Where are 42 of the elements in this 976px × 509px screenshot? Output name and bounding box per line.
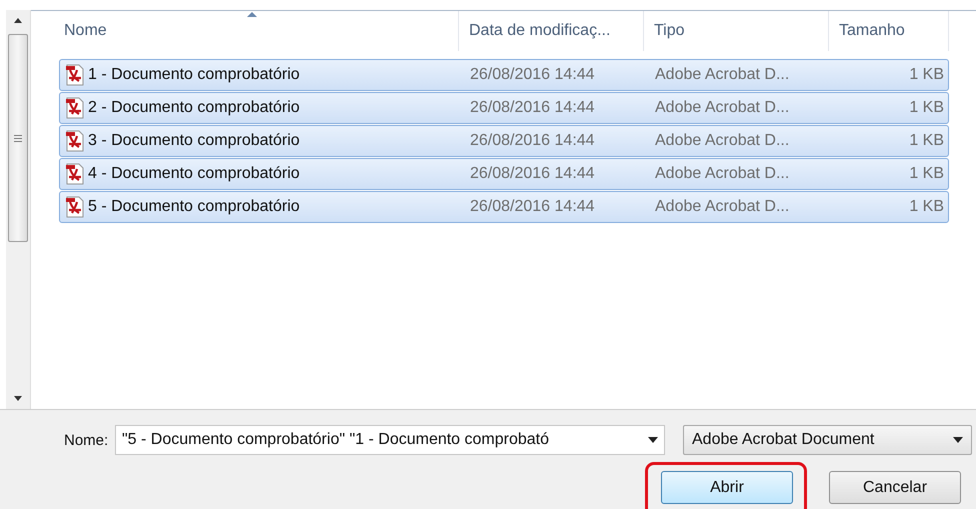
modified-date: 26/08/2016 14:44 bbox=[469, 132, 596, 150]
column-header[interactable]: Data de modificaç... bbox=[469, 22, 610, 40]
cancel-button[interactable]: Cancelar bbox=[829, 471, 961, 504]
column-header[interactable]: Nome bbox=[64, 22, 107, 40]
file-row[interactable]: 3 - Documento comprobatório 26/08/2016 14:44 Adobe Acrobat D... 1 KB bbox=[59, 125, 949, 157]
file-name: 1 - Documento comprobatório bbox=[88, 66, 300, 84]
file-row[interactable]: 2 - Documento comprobatório 26/08/2016 14:44 Adobe Acrobat D... 1 KB bbox=[59, 92, 949, 124]
dropdown-arrow-icon[interactable] bbox=[648, 437, 658, 443]
file-row[interactable]: 1 - Documento comprobatório 26/08/2016 14:44 Adobe Acrobat D... 1 KB bbox=[59, 59, 949, 91]
file-name: 4 - Documento comprobatório bbox=[88, 165, 300, 183]
scrollbar-thumb[interactable] bbox=[8, 34, 28, 242]
file-size: 1 KB bbox=[908, 132, 945, 150]
file-row[interactable]: 4 - Documento comprobatório 26/08/2016 14:44 Adobe Acrobat D... 1 KB bbox=[59, 158, 949, 190]
filename-field[interactable]: "5 - Documento comprobatório" "1 - Documento comprobató bbox=[115, 425, 665, 455]
pdf-file-icon bbox=[64, 163, 86, 185]
file-type: Adobe Acrobat D... bbox=[654, 165, 790, 183]
file-size: 1 KB bbox=[908, 198, 945, 216]
file-type: Adobe Acrobat D... bbox=[654, 66, 790, 84]
file-type: Adobe Acrobat D... bbox=[654, 132, 790, 150]
pdf-file-icon bbox=[64, 130, 86, 152]
pdf-file-icon bbox=[64, 196, 86, 218]
column-header[interactable]: Tipo bbox=[654, 22, 685, 40]
dropdown-arrow-icon[interactable] bbox=[953, 437, 963, 443]
file-name: 5 - Documento comprobatório bbox=[88, 198, 300, 216]
modified-date: 26/08/2016 14:44 bbox=[469, 198, 596, 216]
file-name: 3 - Documento comprobatório bbox=[88, 132, 300, 150]
file-type: Adobe Acrobat D... bbox=[654, 198, 790, 216]
column-header[interactable]: Tamanho bbox=[839, 22, 905, 40]
file-name: 2 - Documento comprobatório bbox=[88, 99, 300, 117]
open-button[interactable]: Abrir bbox=[661, 471, 793, 504]
modified-date: 26/08/2016 14:44 bbox=[469, 99, 596, 117]
filename-label: Nome: bbox=[64, 432, 110, 448]
pdf-file-icon bbox=[64, 97, 86, 119]
file-size: 1 KB bbox=[908, 99, 945, 117]
file-size: 1 KB bbox=[908, 165, 945, 183]
modified-date: 26/08/2016 14:44 bbox=[469, 66, 596, 84]
file-size: 1 KB bbox=[908, 66, 945, 84]
pdf-file-icon bbox=[64, 64, 86, 86]
modified-date: 26/08/2016 14:44 bbox=[469, 165, 596, 183]
file-type-dropdown[interactable]: Adobe Acrobat Document bbox=[683, 425, 972, 455]
file-type: Adobe Acrobat D... bbox=[654, 99, 790, 117]
file-row[interactable]: 5 - Documento comprobatório 26/08/2016 14:44 Adobe Acrobat D... 1 KB bbox=[59, 191, 949, 223]
